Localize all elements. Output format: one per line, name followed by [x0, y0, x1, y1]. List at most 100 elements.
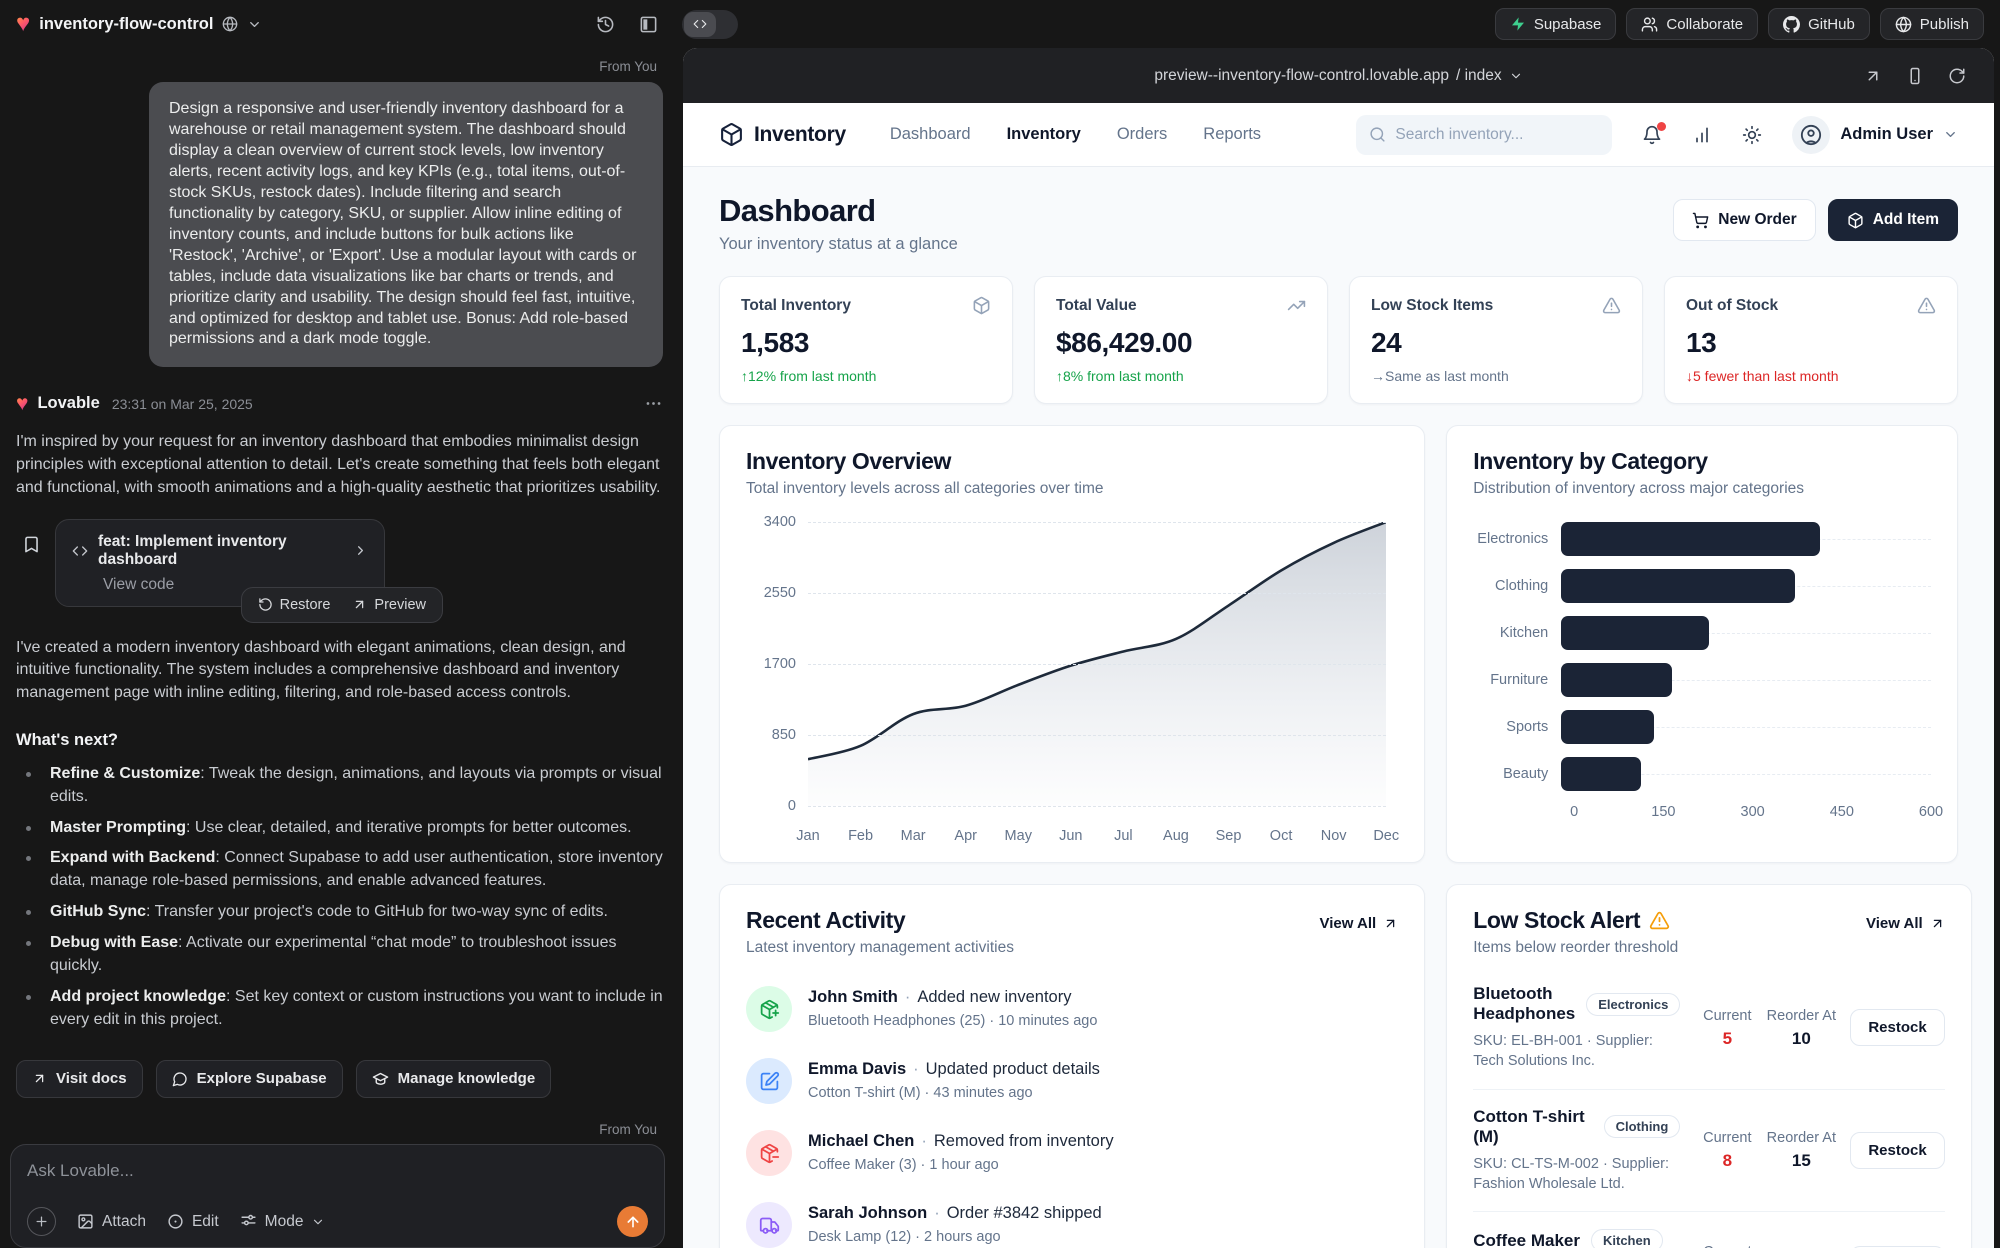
list-item: Refine & Customize: Tweak the design, an…	[16, 763, 663, 809]
visit-docs-button[interactable]: Visit docs	[16, 1060, 143, 1098]
x-axis-tick: Jan	[796, 828, 819, 844]
chat-message-list[interactable]: From You Design a responsive and user-fr…	[16, 48, 663, 1110]
sun-icon	[1742, 125, 1762, 145]
low-stock-row: Bluetooth Headphones Electronics SKU: EL…	[1473, 967, 1944, 1090]
preview-arrow-icon	[352, 597, 367, 612]
supabase-button[interactable]: Supabase	[1495, 8, 1617, 40]
user-icon	[1800, 124, 1822, 146]
sku-supplier: SKU: CL-TS-M-002 · Supplier: Fashion Who…	[1473, 1154, 1680, 1195]
project-name[interactable]: inventory-flow-control	[39, 15, 213, 34]
assistant-name: Lovable	[37, 394, 99, 413]
add-attachment-button[interactable]	[27, 1207, 56, 1236]
chart-subtitle: Total inventory levels across all catego…	[746, 480, 1398, 498]
category-bar-row: Beauty	[1473, 757, 1931, 791]
bookmark-icon[interactable]	[22, 535, 41, 554]
from-you-label: From You	[16, 59, 657, 74]
refresh-icon[interactable]	[1948, 67, 1966, 85]
dashboard-page: Dashboard Your inventory status at a gla…	[683, 167, 1994, 1248]
gridline	[808, 522, 1386, 523]
x-axis-tick: 450	[1830, 804, 1854, 820]
edit-button[interactable]: Edit	[167, 1213, 219, 1231]
user-menu[interactable]: Admin User	[1792, 116, 1958, 154]
nav-inventory[interactable]: Inventory	[1007, 125, 1081, 144]
nav-dashboard[interactable]: Dashboard	[890, 125, 971, 144]
activity-row[interactable]: John Smith·Added new inventory Bluetooth…	[746, 973, 1398, 1045]
chat-input-placeholder: Ask Lovable...	[27, 1161, 648, 1181]
mobile-view-icon[interactable]	[1906, 67, 1924, 85]
category-label: Furniture	[1473, 672, 1561, 688]
search-input[interactable]	[1395, 126, 1599, 144]
external-link-icon	[1383, 916, 1398, 931]
assistant-message-header: ♥ Lovable 23:31 on Mar 25, 2025	[16, 393, 663, 414]
view-all-link[interactable]: View All	[1320, 915, 1399, 932]
mode-selector[interactable]: Mode	[240, 1213, 326, 1231]
truck-icon	[759, 1215, 780, 1236]
list-item: Master Prompting: Use clear, detailed, a…	[16, 817, 663, 840]
sku-supplier: SKU: EL-BH-001 · Supplier: Tech Solution…	[1473, 1031, 1680, 1072]
category-label: Electronics	[1473, 531, 1561, 547]
activity-row[interactable]: Michael Chen·Removed from inventory Coff…	[746, 1117, 1398, 1189]
notification-dot	[1657, 122, 1666, 131]
activity-row[interactable]: Emma Davis·Updated product details Cotto…	[746, 1045, 1398, 1117]
explore-supabase-button[interactable]: Explore Supabase	[156, 1060, 343, 1098]
view-all-link[interactable]: View All	[1866, 915, 1945, 932]
notifications-button[interactable]	[1642, 125, 1662, 145]
section-title: Recent Activity	[746, 907, 1014, 934]
analytics-button[interactable]	[1692, 125, 1712, 145]
collaborate-button[interactable]: Collaborate	[1626, 8, 1758, 40]
gridline	[808, 735, 1386, 736]
send-button[interactable]	[617, 1206, 648, 1237]
alert-triangle-icon	[1602, 296, 1621, 315]
kpi-delta: →Same as last month	[1371, 368, 1621, 384]
app-header: Inventory Dashboard Inventory Orders Rep…	[683, 103, 1994, 167]
preview-url[interactable]: preview--inventory-flow-control.lovable.…	[1154, 67, 1522, 85]
chart-title: Inventory Overview	[746, 448, 1398, 475]
chevron-down-icon[interactable]	[247, 17, 262, 32]
panel-left-icon[interactable]	[639, 15, 658, 34]
dev-mode-toggle[interactable]	[682, 10, 738, 39]
x-axis-tick: 600	[1919, 804, 1943, 820]
preview-chrome-bar: preview--inventory-flow-control.lovable.…	[683, 48, 1994, 103]
restock-button[interactable]: Restock	[1850, 1132, 1944, 1169]
list-item: Add project knowledge: Set key context o…	[16, 986, 663, 1032]
package-icon	[972, 296, 991, 315]
restore-button[interactable]: Restore	[248, 593, 341, 617]
new-order-button[interactable]: New Order	[1673, 199, 1815, 241]
category-bar-row: Furniture	[1473, 663, 1931, 697]
publish-button[interactable]: Publish	[1880, 8, 1984, 40]
page-subtitle: Your inventory status at a glance	[719, 235, 958, 254]
assistant-intro-text: I'm inspired by your request for an inve…	[16, 431, 663, 499]
plus-icon	[34, 1214, 49, 1229]
history-icon[interactable]	[596, 15, 615, 34]
attach-button[interactable]: Attach	[77, 1213, 146, 1231]
inventory-by-category-card: Inventory by Category Distribution of in…	[1446, 425, 1958, 863]
restock-button[interactable]: Restock	[1850, 1009, 1944, 1046]
open-external-icon[interactable]	[1864, 67, 1882, 85]
chat-input[interactable]: Ask Lovable... Attach Edit	[10, 1144, 665, 1248]
category-badge: Clothing	[1604, 1115, 1681, 1138]
package-minus-icon	[759, 1143, 780, 1164]
nav-reports[interactable]: Reports	[1203, 125, 1261, 144]
cart-icon	[1692, 212, 1709, 229]
nav-orders[interactable]: Orders	[1117, 125, 1167, 144]
app-brand[interactable]: Inventory	[719, 122, 846, 147]
github-button[interactable]: GitHub	[1768, 8, 1870, 40]
chevron-right-icon	[353, 543, 368, 558]
package-plus-icon	[759, 999, 780, 1020]
x-axis-tick: May	[1005, 828, 1032, 844]
lovable-avatar-icon: ♥	[16, 393, 28, 414]
kpi-delta: ↑12% from last month	[741, 368, 991, 384]
add-item-button[interactable]: Add Item	[1828, 199, 1958, 241]
list-item: Expand with Backend: Connect Supabase to…	[16, 847, 663, 893]
low-stock-alert-card: Low Stock Alert Items below reorder thre…	[1446, 884, 1971, 1248]
chart-title: Inventory by Category	[1473, 448, 1931, 475]
category-label: Beauty	[1473, 766, 1561, 782]
gridline	[808, 806, 1386, 807]
manage-knowledge-button[interactable]: Manage knowledge	[356, 1060, 552, 1098]
message-menu-icon[interactable]	[644, 394, 663, 413]
activity-row[interactable]: Sarah Johnson·Order #3842 shipped Desk L…	[746, 1189, 1398, 1248]
page-title: Dashboard	[719, 193, 958, 229]
theme-toggle[interactable]	[1742, 125, 1762, 145]
preview-button[interactable]: Preview	[342, 593, 436, 617]
kpi-value: 13	[1686, 327, 1936, 359]
